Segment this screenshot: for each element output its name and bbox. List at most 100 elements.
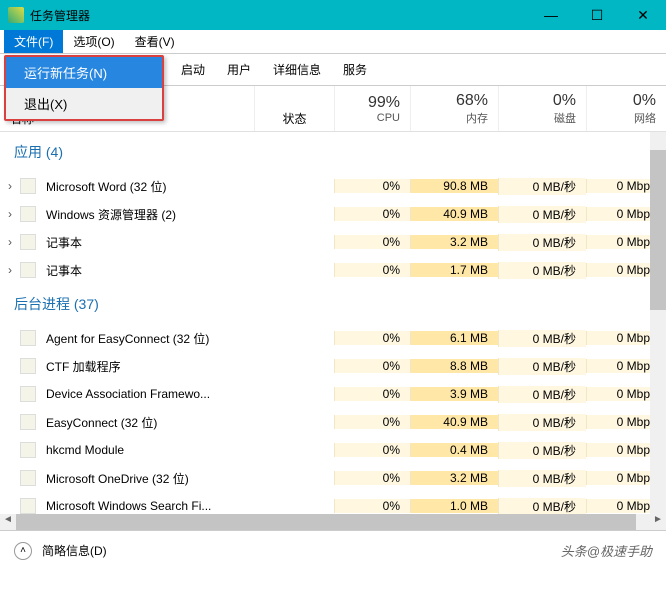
process-name: 记事本 <box>44 262 334 279</box>
menubar: 文件(F) 选项(O) 查看(V) <box>0 30 666 54</box>
disk-cell: 0 MB/秒 <box>498 386 586 403</box>
mem-label: 内存 <box>466 110 488 126</box>
mem-cell: 3.9 MB <box>410 387 498 401</box>
process-name: hkcmd Module <box>44 443 334 457</box>
process-name: Microsoft Windows Search Fi... <box>44 499 334 513</box>
process-name: CTF 加载程序 <box>44 358 334 375</box>
table-row[interactable]: ›记事本0%1.7 MB0 MB/秒0 Mbps <box>0 256 666 284</box>
process-icon <box>20 262 36 278</box>
process-icon <box>20 470 36 486</box>
section-apps[interactable]: 应用 (4) <box>0 132 666 172</box>
disk-cell: 0 MB/秒 <box>498 498 586 515</box>
expand-icon[interactable]: › <box>0 235 20 249</box>
mem-cell: 1.7 MB <box>410 263 498 277</box>
process-icon <box>20 206 36 222</box>
mem-cell: 0.4 MB <box>410 443 498 457</box>
mem-cell: 90.8 MB <box>410 179 498 193</box>
net-percent: 0% <box>633 92 656 110</box>
cpu-cell: 0% <box>334 235 410 249</box>
menu-exit[interactable]: 退出(X) <box>6 88 162 119</box>
header-status[interactable]: 状态 <box>254 86 334 131</box>
process-list: 应用 (4) ›Microsoft Word (32 位)0%90.8 MB0 … <box>0 132 666 514</box>
table-row[interactable]: EasyConnect (32 位)0%40.9 MB0 MB/秒0 Mbps <box>0 408 666 436</box>
menu-view[interactable]: 查看(V) <box>125 30 185 53</box>
header-disk[interactable]: 0% 磁盘 <box>498 86 586 131</box>
fewer-details-button[interactable]: 简略信息(D) <box>42 542 107 559</box>
cpu-cell: 0% <box>334 331 410 345</box>
disk-cell: 0 MB/秒 <box>498 414 586 431</box>
section-background[interactable]: 后台进程 (37) <box>0 284 666 324</box>
table-row[interactable]: Device Association Framewo...0%3.9 MB0 M… <box>0 380 666 408</box>
mem-cell: 1.0 MB <box>410 499 498 513</box>
close-button[interactable]: ✕ <box>620 0 666 30</box>
table-row[interactable]: Agent for EasyConnect (32 位)0%6.1 MB0 MB… <box>0 324 666 352</box>
menu-file[interactable]: 文件(F) <box>4 30 63 53</box>
menu-run-new-task[interactable]: 运行新任务(N) <box>6 57 162 88</box>
tab-startup[interactable]: 启动 <box>170 54 216 85</box>
cpu-cell: 0% <box>334 207 410 221</box>
cpu-percent: 99% <box>368 94 400 112</box>
disk-cell: 0 MB/秒 <box>498 330 586 347</box>
process-name: EasyConnect (32 位) <box>44 414 334 431</box>
table-row[interactable]: ›Windows 资源管理器 (2)0%40.9 MB0 MB/秒0 Mbps <box>0 200 666 228</box>
table-row[interactable]: Microsoft OneDrive (32 位)0%3.2 MB0 MB/秒0… <box>0 464 666 492</box>
expand-icon[interactable]: › <box>0 179 20 193</box>
process-icon <box>20 414 36 430</box>
table-row[interactable]: hkcmd Module0%0.4 MB0 MB/秒0 Mbps <box>0 436 666 464</box>
tab-services[interactable]: 服务 <box>332 54 378 85</box>
tab-users[interactable]: 用户 <box>216 54 262 85</box>
disk-cell: 0 MB/秒 <box>498 178 586 195</box>
app-icon <box>8 7 24 23</box>
net-label: 网络 <box>634 110 656 126</box>
table-row[interactable]: Microsoft Windows Search Fi...0%1.0 MB0 … <box>0 492 666 514</box>
menu-options[interactable]: 选项(O) <box>63 30 124 53</box>
disk-cell: 0 MB/秒 <box>498 470 586 487</box>
expand-icon[interactable]: › <box>0 207 20 221</box>
process-icon <box>20 386 36 402</box>
header-network[interactable]: 0% 网络 <box>586 86 666 131</box>
disk-label: 磁盘 <box>554 110 576 126</box>
cpu-cell: 0% <box>334 179 410 193</box>
cpu-cell: 0% <box>334 359 410 373</box>
table-row[interactable]: ›记事本0%3.2 MB0 MB/秒0 Mbps <box>0 228 666 256</box>
horizontal-scrollbar[interactable]: ◄ ► <box>0 514 666 530</box>
maximize-button[interactable]: ☐ <box>574 0 620 30</box>
file-menu-dropdown: 运行新任务(N) 退出(X) <box>4 55 164 121</box>
scrollbar-thumb[interactable] <box>650 150 666 310</box>
process-name: Device Association Framewo... <box>44 387 334 401</box>
header-cpu[interactable]: 99% CPU <box>334 86 410 131</box>
disk-cell: 0 MB/秒 <box>498 358 586 375</box>
mem-cell: 6.1 MB <box>410 331 498 345</box>
process-icon <box>20 442 36 458</box>
chevron-up-icon[interactable]: ˄ <box>14 542 32 560</box>
vertical-scrollbar[interactable] <box>650 132 666 514</box>
cpu-label: CPU <box>377 112 400 124</box>
header-memory[interactable]: 68% 内存 <box>410 86 498 131</box>
titlebar: 任务管理器 — ☐ ✕ <box>0 0 666 30</box>
process-name: 记事本 <box>44 234 334 251</box>
process-icon <box>20 498 36 514</box>
window-title: 任务管理器 <box>30 7 528 24</box>
process-icon <box>20 234 36 250</box>
scroll-right-icon[interactable]: ► <box>650 514 666 530</box>
disk-cell: 0 MB/秒 <box>498 262 586 279</box>
cpu-cell: 0% <box>334 471 410 485</box>
cpu-cell: 0% <box>334 263 410 277</box>
cpu-cell: 0% <box>334 387 410 401</box>
scroll-left-icon[interactable]: ◄ <box>0 514 16 530</box>
process-icon <box>20 358 36 374</box>
table-row[interactable]: ›Microsoft Word (32 位)0%90.8 MB0 MB/秒0 M… <box>0 172 666 200</box>
mem-cell: 3.2 MB <box>410 235 498 249</box>
mem-cell: 40.9 MB <box>410 207 498 221</box>
process-name: Microsoft Word (32 位) <box>44 178 334 195</box>
expand-icon[interactable]: › <box>0 263 20 277</box>
process-icon <box>20 178 36 194</box>
tab-details[interactable]: 详细信息 <box>262 54 332 85</box>
bottom-bar: ˄ 简略信息(D) 头条@极速手助 <box>0 530 666 570</box>
mem-cell: 3.2 MB <box>410 471 498 485</box>
process-name: Agent for EasyConnect (32 位) <box>44 330 334 347</box>
minimize-button[interactable]: — <box>528 0 574 30</box>
hscroll-thumb[interactable] <box>16 514 636 530</box>
process-name: Microsoft OneDrive (32 位) <box>44 470 334 487</box>
table-row[interactable]: CTF 加载程序0%8.8 MB0 MB/秒0 Mbps <box>0 352 666 380</box>
